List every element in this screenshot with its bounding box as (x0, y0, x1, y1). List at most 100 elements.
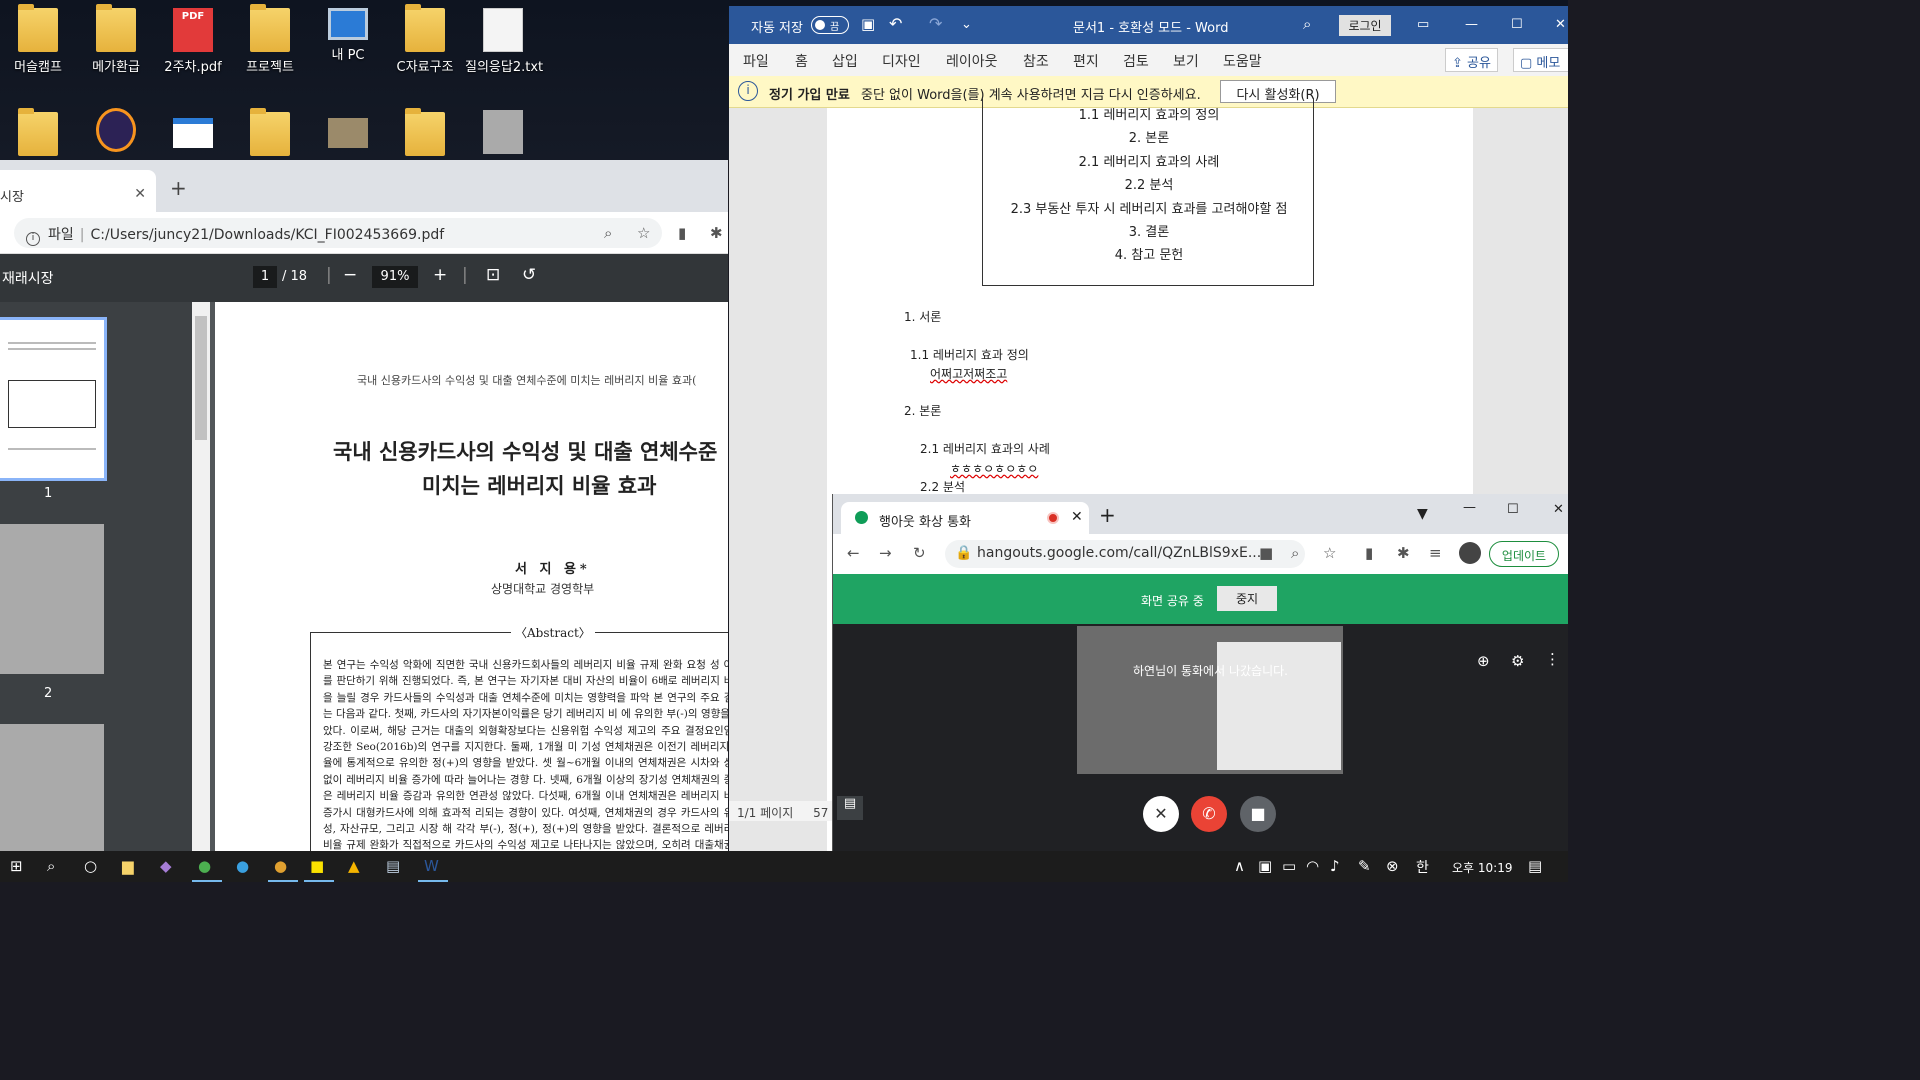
desktop-icon-muscle-camp[interactable]: 머슬캠프 (0, 4, 76, 75)
desktop-icon-mega[interactable]: 메가환급 (78, 4, 154, 75)
reload-icon[interactable]: ↻ (913, 544, 926, 562)
wifi-icon[interactable]: ◠ (1306, 857, 1319, 875)
desktop-icon-row2-7[interactable] (465, 110, 541, 158)
pen-icon[interactable]: ✎ (1358, 857, 1371, 875)
autosave-toggle[interactable]: 끔 (811, 16, 849, 34)
close-tab-icon[interactable]: ✕ (1071, 509, 1083, 525)
camera-icon[interactable]: ■ (1259, 544, 1273, 562)
hangouts-tab[interactable]: 행아웃 화상 통화 ✕ (841, 502, 1089, 534)
zoom-icon[interactable]: ⌕ (604, 224, 612, 242)
close-icon[interactable]: ✕ (1553, 502, 1564, 517)
desktop-icon-qa-txt[interactable]: 질의응답2.txt (465, 8, 543, 75)
chat-icon[interactable]: ▤ (837, 796, 863, 820)
tab-mailings[interactable]: 편지 (1073, 51, 1099, 71)
desktop-icon-row2-4[interactable] (232, 108, 308, 160)
scrollbar[interactable] (192, 302, 210, 851)
stop-sharing-button[interactable]: 중지 (1217, 586, 1277, 611)
fit-page-icon[interactable]: ⊡ (486, 265, 500, 285)
puzzle-icon[interactable]: ✱ (1397, 544, 1410, 562)
customize-toolbar-icon[interactable]: ⌄ (961, 17, 972, 32)
tab-search-icon[interactable]: ▼ (1417, 506, 1428, 522)
maximize-icon[interactable]: ☐ (1511, 17, 1523, 32)
notification-icon[interactable]: ▤ (1528, 857, 1542, 875)
windows-start-icon[interactable]: ⊞ (10, 857, 23, 875)
tab-references[interactable]: 참조 (1023, 51, 1049, 71)
desktop-icon-row2-5[interactable] (310, 118, 386, 152)
zoom-level-input[interactable]: 91% (372, 266, 418, 288)
tab-design[interactable]: 디자인 (882, 51, 921, 71)
chrome-icon[interactable]: ● (274, 857, 287, 875)
add-person-icon[interactable]: ⊕ (1477, 652, 1490, 670)
redo-icon[interactable]: ↷ (929, 14, 942, 33)
comments-button[interactable]: ▢ 메모 (1513, 48, 1568, 72)
undo-icon[interactable]: ↶ (889, 14, 902, 33)
hangouts-address-bar[interactable]: 🔒 hangouts.google.com/call/QZnLBlS9xE... (945, 540, 1305, 568)
address-bar[interactable]: i 파일 | C:/Users/juncy21/Downloads/KCI_FI002… (14, 218, 662, 248)
desktop-icon-project[interactable]: 프로젝트 (232, 4, 308, 75)
bookmark-star-icon[interactable]: ☆ (1323, 544, 1336, 562)
maximize-icon[interactable]: ☐ (1507, 502, 1519, 517)
zoom-icon[interactable]: ⌕ (1291, 544, 1299, 562)
search-icon[interactable]: ⌕ (47, 857, 55, 875)
chrome-icon[interactable]: ● (198, 857, 211, 875)
clock[interactable]: 오후 10:19 (1452, 859, 1512, 876)
edge-icon[interactable]: ● (236, 857, 249, 875)
ime-mode-icon[interactable]: ⊗ (1386, 857, 1399, 875)
kakaotalk-icon[interactable]: ■ (310, 857, 324, 875)
tab-insert[interactable]: 삽입 (832, 51, 858, 71)
rotate-icon[interactable]: ↺ (522, 265, 536, 285)
page-thumbnail-3[interactable] (0, 724, 104, 851)
minimize-icon[interactable]: — (1465, 17, 1478, 32)
page-thumbnail-2[interactable] (0, 524, 104, 674)
extension-icon[interactable]: ▮ (678, 224, 686, 242)
zoom-in-button[interactable]: + (433, 265, 447, 285)
forward-icon[interactable]: → (879, 544, 892, 562)
tab-layout[interactable]: 레이아웃 (946, 51, 998, 71)
desktop-icon-my-pc[interactable]: 내 PC (310, 8, 386, 63)
task-view-icon[interactable]: ○ (84, 857, 97, 875)
page-thumbnail-1[interactable] (0, 317, 107, 481)
new-tab-icon[interactable]: + (170, 176, 187, 200)
desktop-icon-week2-pdf[interactable]: PDF 2주차.pdf (155, 8, 231, 75)
media-icon[interactable]: ≡ (1429, 544, 1442, 562)
mic-muted-icon[interactable]: ✕ (1143, 796, 1179, 832)
visual-studio-icon[interactable]: ◆ (160, 857, 172, 875)
browser-tab[interactable]: 시장 ✕ (0, 170, 156, 212)
hang-up-icon[interactable]: ✆ (1191, 796, 1227, 832)
minimize-icon[interactable]: — (1463, 500, 1476, 515)
page-number-input[interactable]: 1 (253, 266, 277, 288)
more-options-icon[interactable]: ⋮ (1545, 650, 1560, 668)
word-icon[interactable]: W (424, 857, 439, 875)
profile-avatar[interactable] (1459, 542, 1481, 564)
ime-indicator[interactable]: 한 (1416, 857, 1429, 877)
meet-now-icon[interactable]: ▣ (1258, 857, 1272, 875)
ribbon-display-icon[interactable]: ▭ (1417, 17, 1429, 32)
battery-icon[interactable]: ▭ (1282, 857, 1296, 875)
login-button[interactable]: 로그인 (1339, 15, 1391, 36)
close-tab-icon[interactable]: ✕ (134, 186, 146, 202)
puzzle-icon[interactable]: ✱ (710, 224, 723, 242)
settings-icon[interactable]: ⚙ (1511, 652, 1524, 670)
google-drive-icon[interactable]: ▲ (348, 857, 360, 875)
desktop-icon-row2-3[interactable] (155, 118, 231, 152)
volume-icon[interactable]: ♪ (1330, 857, 1340, 875)
desktop-icon-row2-6[interactable] (387, 108, 463, 160)
save-icon[interactable]: ▣ (861, 15, 875, 33)
tab-home[interactable]: 홈 (795, 51, 808, 71)
extension-icon[interactable]: ▮ (1365, 544, 1373, 562)
tab-help[interactable]: 도움말 (1223, 51, 1262, 71)
desktop-icon-eclipse[interactable] (78, 108, 154, 156)
update-button[interactable]: 업데이트 (1489, 541, 1559, 567)
back-icon[interactable]: ← (847, 544, 860, 562)
share-button[interactable]: ⇪ 공유 (1445, 48, 1498, 72)
desktop-icon-c-data[interactable]: C자료구조 (387, 4, 463, 75)
file-explorer-icon[interactable]: ▆ (122, 857, 134, 875)
scrollbar-thumb[interactable] (195, 316, 207, 440)
search-icon[interactable]: ⌕ (1303, 15, 1311, 33)
zoom-out-button[interactable]: − (343, 265, 357, 285)
tab-file[interactable]: 파일 (743, 51, 769, 71)
desktop-icon-row2-1[interactable] (0, 108, 76, 160)
tab-view[interactable]: 보기 (1173, 51, 1199, 71)
show-hidden-icons[interactable]: ∧ (1234, 857, 1245, 875)
camera-off-icon[interactable]: ■ (1240, 796, 1276, 832)
